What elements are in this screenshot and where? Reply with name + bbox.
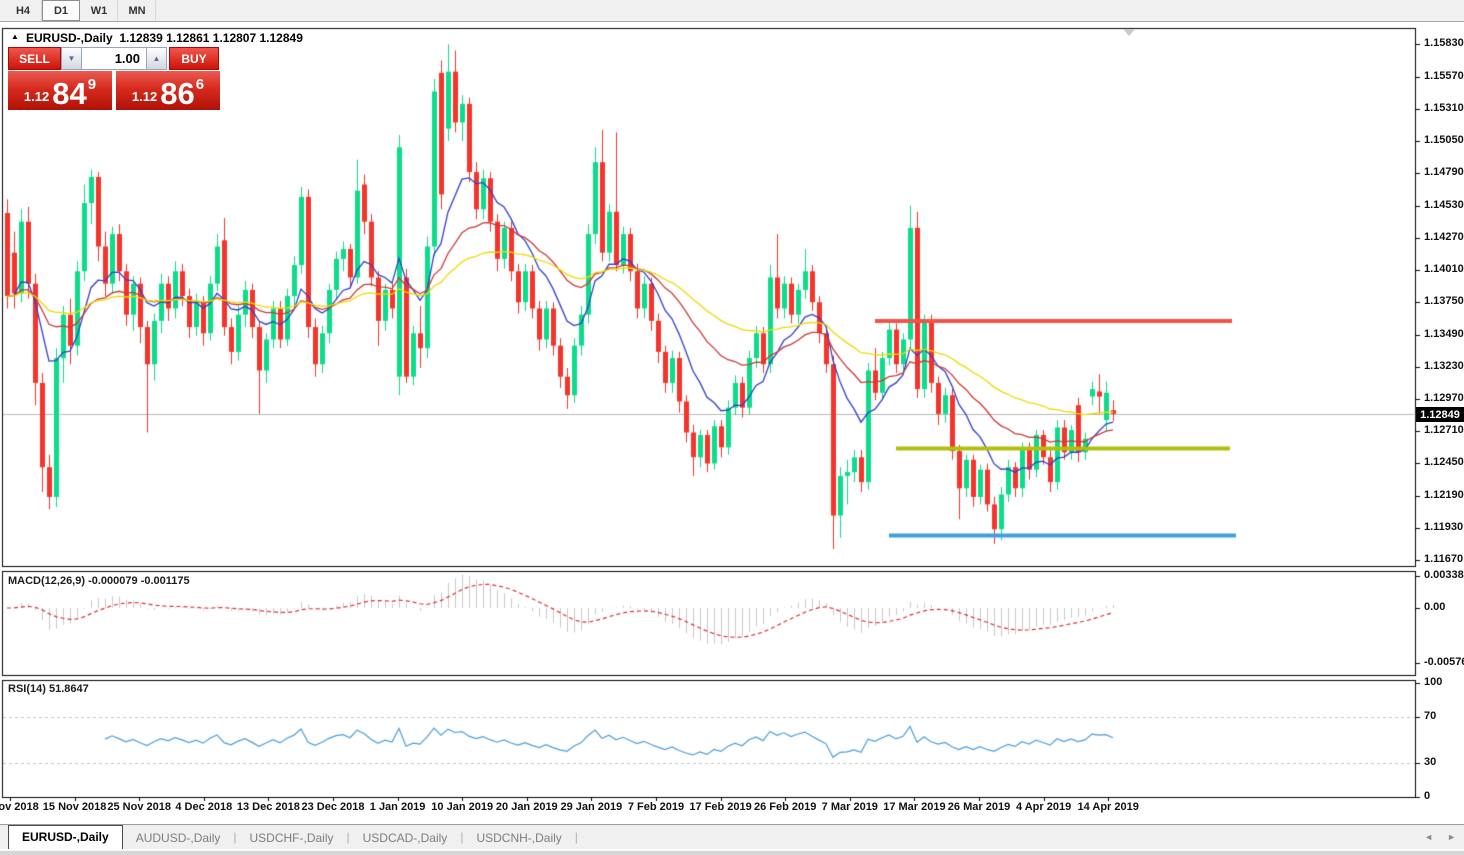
date-axis-label: 23 Dec 2018	[302, 801, 365, 813]
date-axis-label: 7 Feb 2019	[628, 801, 684, 813]
date-axis-label: 26 Mar 2019	[948, 801, 1010, 813]
rsi-title: RSI(14)	[8, 683, 46, 695]
volume-increase-button[interactable]: ▲	[146, 47, 167, 70]
window-bottom-edge	[0, 850, 1464, 855]
date-axis-label: 20 Jan 2019	[496, 801, 558, 813]
price-axis-label: 1.15570	[1424, 70, 1464, 83]
volume-input[interactable]	[82, 47, 146, 70]
macd-title: MACD(12,26,9)	[8, 575, 85, 587]
price-axis-label: 1.11930	[1424, 521, 1463, 534]
rsi-axis-label: 70	[1424, 710, 1436, 723]
macd-axis-label: 0.00	[1424, 601, 1445, 614]
chart-title: EURUSD-,Daily 1.12839 1.12861 1.12807 1.…	[26, 31, 303, 45]
buy-button[interactable]: BUY	[169, 47, 219, 70]
rsi-indicator-label: RSI(14) 51.8647	[8, 683, 89, 695]
macd-axis-label: -0.00576	[1424, 656, 1464, 669]
price-axis-label: 1.13230	[1424, 360, 1464, 373]
buy-price-prefix: 1.12	[132, 89, 157, 104]
price-axis-label: 1.14270	[1424, 231, 1464, 244]
tab-separator: |	[575, 830, 578, 844]
date-axis-label: 26 Feb 2019	[754, 801, 816, 813]
date-axis-label: 6 Nov 2018	[0, 801, 39, 813]
buy-price-big: 86	[160, 81, 194, 107]
trading-terminal-window: H4D1W1MN ▲ EURUSD-,Daily 1.12839 1.12861…	[0, 0, 1464, 855]
date-axis-label: 17 Mar 2019	[883, 801, 945, 813]
chart-tab-usdchf[interactable]: USDCHF-,Daily	[237, 827, 347, 849]
date-axis-label: 29 Jan 2019	[561, 801, 623, 813]
price-axis-label: 1.15310	[1424, 102, 1464, 115]
chart-tab-eurusd[interactable]: EURUSD-,Daily	[8, 825, 123, 849]
chart-tab-usdcnh[interactable]: USDCNH-,Daily	[463, 827, 574, 849]
price-axis-label: 1.12190	[1424, 489, 1464, 502]
sell-price-tile[interactable]: 1.12 84 9	[8, 71, 112, 110]
sell-price-big: 84	[52, 81, 86, 107]
chart-symbol: EURUSD-,Daily	[26, 31, 113, 45]
price-axis-label: 1.12710	[1424, 424, 1464, 437]
sell-price-sup: 9	[88, 76, 96, 93]
buy-price-tile[interactable]: 1.12 86 6	[116, 71, 220, 110]
chart-ohlc-values: 1.12839 1.12861 1.12807 1.12849	[119, 31, 303, 45]
date-axis-label: 13 Dec 2018	[237, 801, 300, 813]
current-price-tag: 1.12849	[1416, 407, 1464, 422]
price-axis-label: 1.15050	[1424, 134, 1464, 147]
date-axis-label: 25 Nov 2018	[107, 801, 171, 813]
volume-decrease-button[interactable]: ▼	[61, 47, 82, 70]
one-click-trade-panel: SELL ▼ ▲ BUY 1.12 84 9 1.12 86 6	[8, 47, 220, 110]
price-axis-label: 1.11670	[1424, 553, 1463, 566]
date-axis-label: 7 Mar 2019	[822, 801, 878, 813]
sell-price-prefix: 1.12	[24, 89, 49, 104]
chart-shift-marker-icon[interactable]	[1123, 29, 1135, 36]
price-axis-label: 1.14010	[1424, 263, 1464, 276]
rsi-axis-label: 0	[1424, 790, 1430, 803]
rsi-axis-label: 30	[1424, 756, 1436, 769]
macd-axis-label: 0.003387	[1424, 569, 1464, 582]
buy-price-sup: 6	[196, 76, 204, 93]
price-axis-label: 1.13490	[1424, 328, 1464, 341]
date-axis-label: 4 Apr 2019	[1016, 801, 1071, 813]
rsi-axis-label: 100	[1424, 676, 1442, 689]
price-axis-label: 1.12970	[1424, 392, 1464, 405]
tab-scroll-left-icon[interactable]: ◄	[1424, 832, 1433, 842]
date-axis-label: 1 Jan 2019	[370, 801, 426, 813]
price-axis-label: 1.14790	[1424, 166, 1464, 179]
chart-title-marker-icon: ▲	[11, 32, 19, 41]
date-axis-label: 14 Apr 2019	[1078, 801, 1139, 813]
sell-button[interactable]: SELL	[8, 47, 61, 70]
date-axis-label: 4 Dec 2018	[175, 801, 232, 813]
chart-tab-usdcad[interactable]: USDCAD-,Daily	[350, 827, 461, 849]
date-axis-label: 10 Jan 2019	[431, 801, 493, 813]
rsi-value: 51.8647	[49, 683, 89, 695]
chart-tab-bar: EURUSD-,DailyAUDUSD-,Daily | USDCHF-,Daily…	[0, 824, 1464, 849]
chart-tab-audusd[interactable]: AUDUSD-,Daily	[123, 827, 234, 849]
macd-indicator-label: MACD(12,26,9) -0.000079 -0.001175	[8, 575, 190, 587]
price-axis-label: 1.12450	[1424, 456, 1464, 469]
chart-canvas[interactable]	[0, 0, 1464, 855]
date-axis-label: 17 Feb 2019	[689, 801, 751, 813]
price-axis-label: 1.14530	[1424, 199, 1464, 212]
price-axis-label: 1.13750	[1424, 295, 1464, 308]
price-axis-label: 1.15830	[1424, 37, 1464, 50]
tab-scroll-right-icon[interactable]: ►	[1447, 832, 1456, 842]
macd-values: -0.000079 -0.001175	[88, 575, 190, 587]
date-axis-label: 15 Nov 2018	[43, 801, 107, 813]
